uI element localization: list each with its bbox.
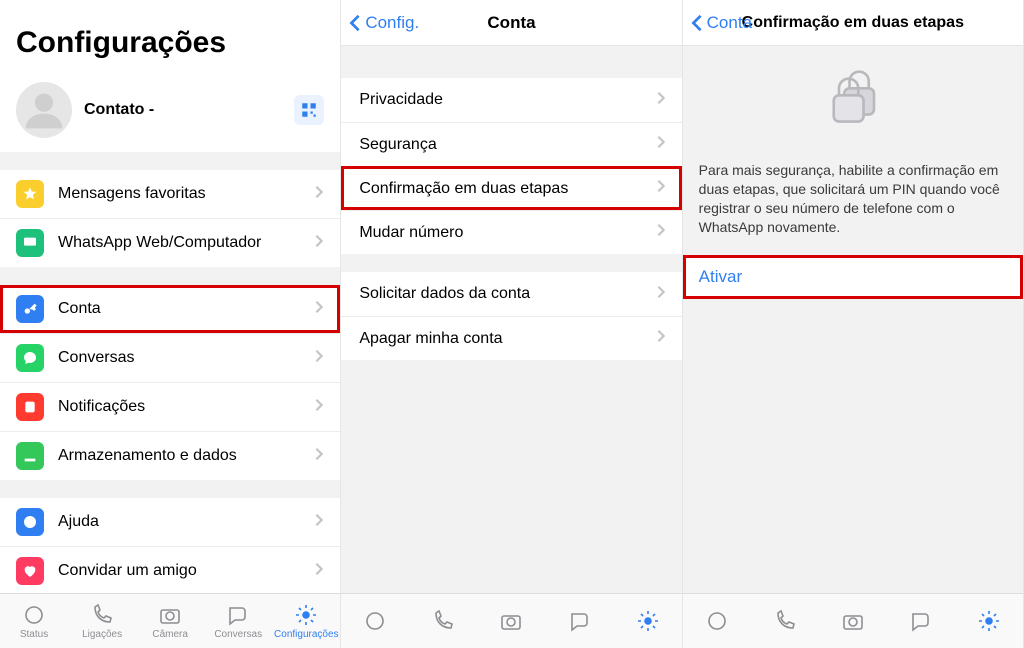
storage-icon bbox=[16, 442, 44, 470]
tab-status[interactable]: Status bbox=[683, 594, 751, 648]
tab-settings[interactable]: Configurações bbox=[614, 594, 682, 648]
tab-label: Configurações bbox=[274, 629, 338, 640]
row-security[interactable]: Segurança bbox=[341, 122, 681, 166]
account-group-2: Solicitar dados da conta Apagar minha co… bbox=[341, 272, 681, 360]
chevron-right-icon bbox=[656, 91, 666, 110]
nav-header: Config. Conta bbox=[341, 0, 681, 46]
row-starred-messages[interactable]: Mensagens favoritas bbox=[0, 170, 340, 218]
row-label: Conta bbox=[58, 300, 314, 318]
row-change-number[interactable]: Mudar número bbox=[341, 210, 681, 254]
activate-button[interactable]: Ativar bbox=[683, 255, 1023, 299]
row-label: Solicitar dados da conta bbox=[359, 285, 655, 303]
padlock-illustration bbox=[683, 62, 1023, 137]
row-help[interactable]: Ajuda bbox=[0, 498, 340, 546]
row-label: Privacidade bbox=[359, 91, 655, 109]
row-invite[interactable]: Convidar um amigo bbox=[0, 546, 340, 593]
tab-camera[interactable]: Câmera bbox=[136, 594, 204, 648]
profile-name: Contato - bbox=[84, 101, 294, 119]
tab-chats[interactable]: Conversas bbox=[204, 594, 272, 648]
tab-label: Câmera bbox=[152, 629, 188, 640]
settings-group-2: Conta Conversas Notificações Armazenamen… bbox=[0, 285, 340, 480]
chevron-right-icon bbox=[314, 562, 324, 581]
tab-label: Status bbox=[20, 629, 48, 640]
row-label: Confirmação em duas etapas bbox=[359, 180, 655, 198]
row-label: WhatsApp Web/Computador bbox=[58, 234, 314, 252]
panel-settings: Configurações Contato - Mensagens favori… bbox=[0, 0, 341, 648]
info-text: Para mais segurança, habilite a confirma… bbox=[683, 161, 1023, 255]
tabbar: Status Ligações Câmera Conversas Configu… bbox=[683, 593, 1023, 648]
tab-calls[interactable]: Ligações bbox=[68, 594, 136, 648]
chevron-right-icon bbox=[314, 349, 324, 368]
row-account[interactable]: Conta bbox=[0, 285, 340, 333]
row-whatsapp-web[interactable]: WhatsApp Web/Computador bbox=[0, 218, 340, 267]
info-icon bbox=[16, 508, 44, 536]
row-label: Mensagens favoritas bbox=[58, 185, 314, 203]
row-chats[interactable]: Conversas bbox=[0, 333, 340, 382]
chevron-right-icon bbox=[314, 234, 324, 253]
row-label: Segurança bbox=[359, 136, 655, 154]
settings-group-3: Ajuda Convidar um amigo bbox=[0, 498, 340, 593]
panel-two-step: Conta Confirmação em duas etapas Para ma… bbox=[683, 0, 1024, 648]
chevron-right-icon bbox=[314, 398, 324, 417]
desktop-icon bbox=[16, 229, 44, 257]
row-storage[interactable]: Armazenamento e dados bbox=[0, 431, 340, 480]
chevron-right-icon bbox=[656, 285, 666, 304]
row-label: Armazenamento e dados bbox=[58, 447, 314, 465]
chevron-right-icon bbox=[656, 223, 666, 242]
tab-status[interactable]: Status bbox=[341, 594, 409, 648]
tabbar: Status Ligações Câmera Conversas Configu… bbox=[0, 593, 340, 648]
chevron-right-icon bbox=[314, 300, 324, 319]
row-request-data[interactable]: Solicitar dados da conta bbox=[341, 272, 681, 316]
heart-icon bbox=[16, 557, 44, 585]
chevron-right-icon bbox=[314, 447, 324, 466]
qr-button[interactable] bbox=[294, 95, 324, 125]
row-privacy[interactable]: Privacidade bbox=[341, 78, 681, 122]
back-button[interactable]: Config. bbox=[349, 13, 419, 33]
tab-settings[interactable]: Configurações bbox=[272, 594, 340, 648]
profile-row[interactable]: Contato - bbox=[0, 74, 340, 152]
row-delete-account[interactable]: Apagar minha conta bbox=[341, 316, 681, 360]
tab-camera[interactable]: Câmera bbox=[477, 594, 545, 648]
chevron-right-icon bbox=[656, 329, 666, 348]
row-label: Conversas bbox=[58, 349, 314, 367]
row-label: Apagar minha conta bbox=[359, 330, 655, 348]
tab-status[interactable]: Status bbox=[0, 594, 68, 648]
chevron-right-icon bbox=[656, 179, 666, 198]
row-label: Mudar número bbox=[359, 224, 655, 242]
row-two-step[interactable]: Confirmação em duas etapas bbox=[341, 166, 681, 210]
tab-camera[interactable]: Câmera bbox=[819, 594, 887, 648]
tab-chats[interactable]: Conversas bbox=[887, 594, 955, 648]
star-icon bbox=[16, 180, 44, 208]
tab-label: Conversas bbox=[214, 629, 262, 640]
chevron-right-icon bbox=[314, 513, 324, 532]
settings-group-1: Mensagens favoritas WhatsApp Web/Computa… bbox=[0, 170, 340, 267]
nav-header: Conta Confirmação em duas etapas bbox=[683, 0, 1023, 46]
row-label: Notificações bbox=[58, 398, 314, 416]
avatar bbox=[16, 82, 72, 138]
row-notifications[interactable]: Notificações bbox=[0, 382, 340, 431]
page-title: Configurações bbox=[0, 0, 340, 74]
chevron-right-icon bbox=[314, 185, 324, 204]
tab-label: Ligações bbox=[82, 629, 122, 640]
tab-calls[interactable]: Ligações bbox=[751, 594, 819, 648]
tab-settings[interactable]: Configurações bbox=[955, 594, 1023, 648]
tabbar: Status Ligações Câmera Conversas Configu… bbox=[341, 593, 681, 648]
row-label: Convidar um amigo bbox=[58, 562, 314, 580]
panel-account: Config. Conta Privacidade Segurança Conf… bbox=[341, 0, 682, 648]
back-label: Conta bbox=[707, 13, 752, 33]
account-group-1: Privacidade Segurança Confirmação em dua… bbox=[341, 78, 681, 254]
back-button[interactable]: Conta bbox=[691, 13, 752, 33]
chevron-right-icon bbox=[656, 135, 666, 154]
row-label: Ajuda bbox=[58, 513, 314, 531]
tab-calls[interactable]: Ligações bbox=[409, 594, 477, 648]
chat-icon bbox=[16, 344, 44, 372]
key-icon bbox=[16, 295, 44, 323]
tab-chats[interactable]: Conversas bbox=[546, 594, 614, 648]
notification-icon bbox=[16, 393, 44, 421]
back-label: Config. bbox=[365, 13, 419, 33]
